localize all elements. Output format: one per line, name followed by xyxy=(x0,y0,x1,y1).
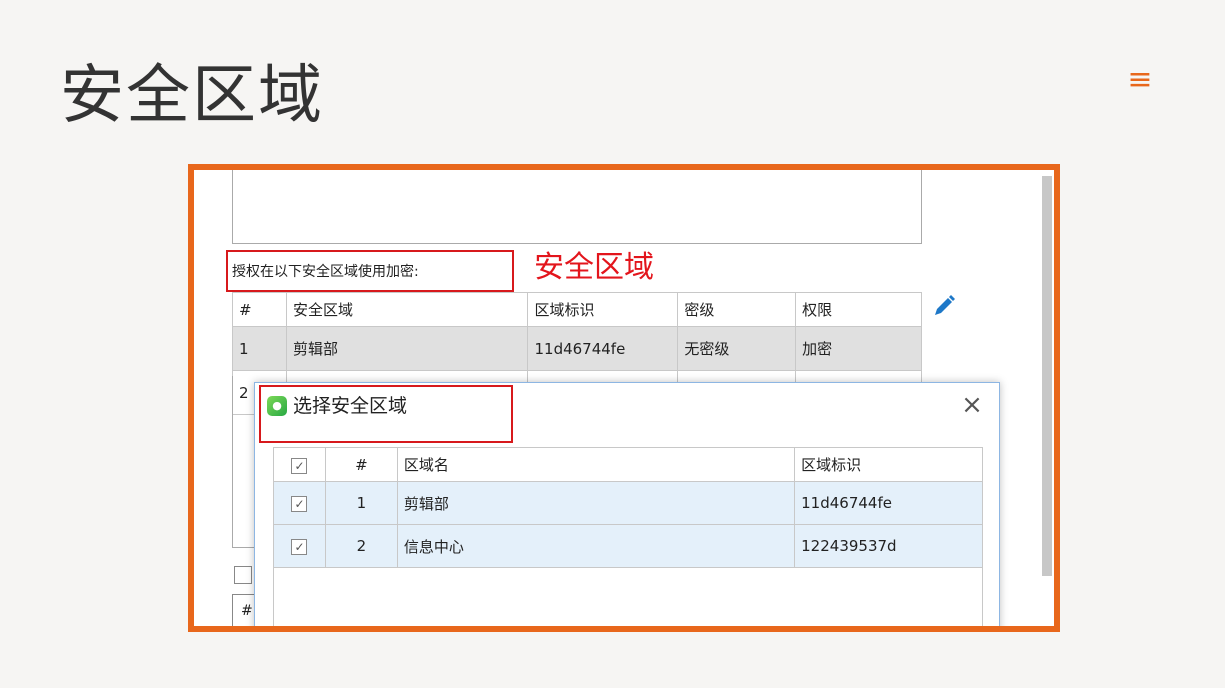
col-header-zone-name: 区域名 xyxy=(396,447,796,482)
scrollbar[interactable] xyxy=(1042,176,1052,576)
cell-zone-id: 122439537d xyxy=(794,524,983,568)
highlight-box-label xyxy=(226,250,514,292)
cell-zone-name: 剪辑部 xyxy=(396,481,796,525)
col-header-level: 密级 xyxy=(677,292,797,327)
col-header-zone-id: 区域标识 xyxy=(794,447,983,482)
text-area[interactable] xyxy=(232,170,922,244)
cell-zone-name: 信息中心 xyxy=(396,524,796,568)
cell-zone-id: 11d46744fe xyxy=(794,481,983,525)
hamburger-menu-icon[interactable]: ≡ xyxy=(1124,62,1156,98)
cell-number: 2 xyxy=(324,524,398,568)
cell-permission: 加密 xyxy=(795,326,922,371)
select-all-checkbox-cell[interactable]: ✓ xyxy=(273,447,326,482)
cell-number: 1 xyxy=(324,481,398,525)
col-header-zone-id: 区域标识 xyxy=(527,292,679,327)
table-row[interactable]: ✓ 2 信息中心 122439537d xyxy=(273,524,983,568)
row-checkbox-cell[interactable]: ✓ xyxy=(273,524,326,568)
background-table-header: # xyxy=(232,594,256,626)
select-all-checkbox[interactable]: ✓ xyxy=(291,457,308,474)
cell-zone-id: 11d46744fe xyxy=(527,326,679,371)
cell-level: 无密级 xyxy=(677,326,797,371)
close-icon[interactable]: × xyxy=(957,391,987,421)
annotation-text: 安全区域 xyxy=(534,250,654,285)
col-header-zone: 安全区域 xyxy=(285,292,529,327)
table-row[interactable]: 1 剪辑部 11d46744fe 无密级 加密 xyxy=(232,326,922,371)
col-header-number: # xyxy=(232,292,287,327)
table-row[interactable]: ✓ 1 剪辑部 11d46744fe xyxy=(273,481,983,525)
row-checkbox[interactable]: ✓ xyxy=(291,496,308,512)
highlight-box-dialog-title xyxy=(259,385,513,443)
pencil-edit-icon[interactable] xyxy=(932,294,956,318)
screenshot-content: 授权在以下安全区域使用加密: 安全区域 # 安全区域 区域标识 密级 权限 1 … xyxy=(194,170,1054,626)
screenshot-frame: 授权在以下安全区域使用加密: 安全区域 # 安全区域 区域标识 密级 权限 1 … xyxy=(188,164,1060,632)
table-header-row: # 安全区域 区域标识 密级 权限 xyxy=(232,292,922,327)
row-checkbox[interactable]: ✓ xyxy=(291,539,308,555)
dialog-table-empty-area xyxy=(273,567,983,626)
col-header-permission: 权限 xyxy=(795,292,922,327)
background-checkbox[interactable] xyxy=(234,566,252,584)
row-checkbox-cell[interactable]: ✓ xyxy=(273,481,326,525)
select-zone-dialog: ● 选择安全区域 × ✓ # 区域名 区域标识 ✓ 1 剪辑部 11d46744… xyxy=(254,382,1000,626)
cell-zone: 剪辑部 xyxy=(285,326,529,371)
zone-select-table: ✓ # 区域名 区域标识 ✓ 1 剪辑部 11d46744fe ✓ 2 信息中心… xyxy=(273,447,983,568)
background-list-panel xyxy=(232,376,256,548)
col-header-number: # xyxy=(324,447,398,482)
dialog-header-row: ✓ # 区域名 区域标识 xyxy=(273,447,983,482)
cell-number: 1 xyxy=(232,326,287,371)
page-title: 安全区域 xyxy=(60,59,324,133)
